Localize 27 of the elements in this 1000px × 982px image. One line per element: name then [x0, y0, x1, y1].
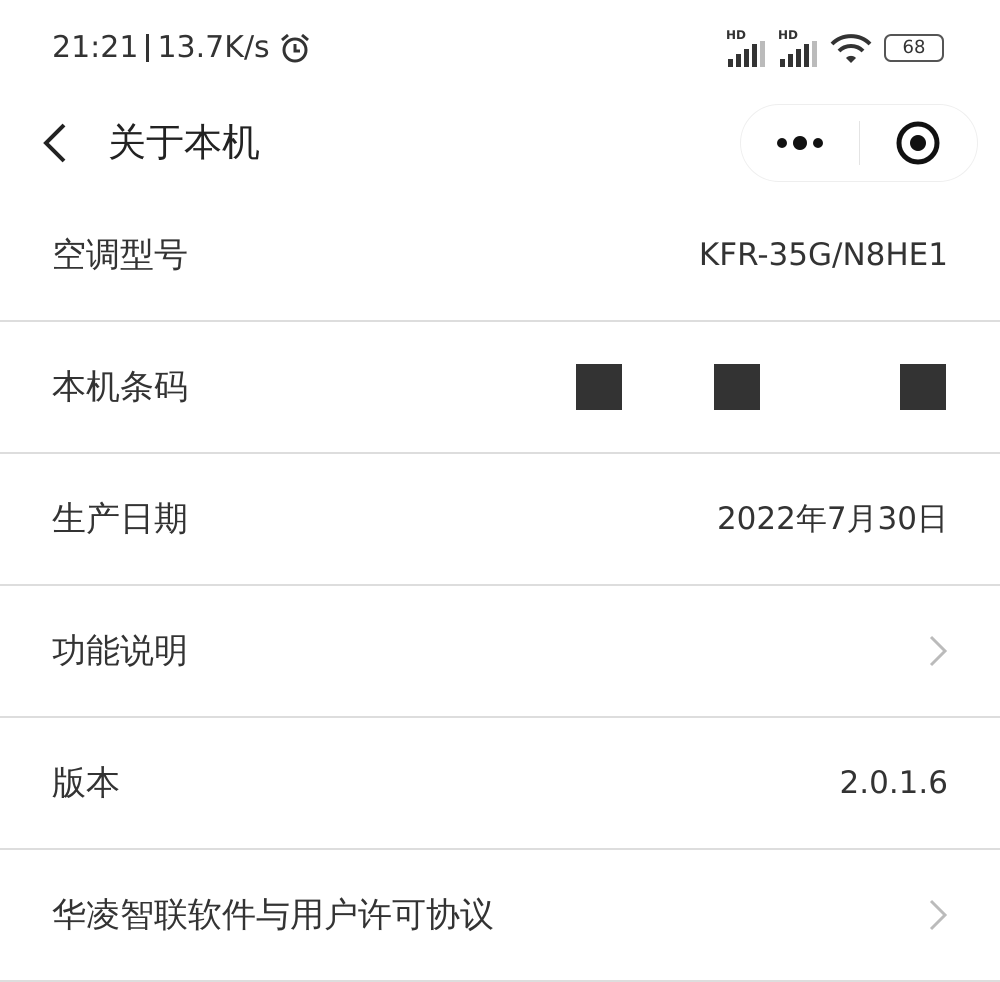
signal-icon — [778, 40, 818, 66]
setting-value: 2022年7月30日 — [716, 500, 948, 539]
network-type-label: HD — [778, 28, 798, 40]
menu-row[interactable]: 华凌智联软件与用户许可协议 — [0, 850, 1000, 982]
setting-value: KFR-35G/N8HE1 — [698, 237, 948, 273]
page-title: 关于本机 — [108, 119, 261, 166]
wifi-icon — [830, 32, 872, 64]
network-speed: 13.7K/s — [157, 30, 270, 65]
network-type-label: HD — [726, 28, 746, 40]
signal-icon — [726, 40, 766, 66]
setting-label: 生产日期 — [52, 498, 188, 541]
setting-label: 华凌智联软件与用户许可协议 — [52, 894, 494, 937]
target-icon — [895, 120, 942, 166]
setting-label: 本机条码 — [52, 366, 188, 409]
redaction-block — [900, 364, 946, 410]
chevron-right-icon — [928, 898, 948, 932]
redaction-block — [576, 364, 622, 410]
setting-label: 空调型号 — [52, 234, 188, 277]
setting-value: 2.0.1.6 — [840, 765, 948, 801]
more-icon — [776, 136, 824, 150]
setting-label: 功能说明 — [52, 630, 188, 673]
battery-indicator: 68 — [884, 34, 944, 62]
menu-row[interactable]: 功能说明 — [0, 586, 1000, 718]
setting-label: 版本 — [52, 762, 120, 805]
redaction-block — [714, 364, 760, 410]
clock-time: 21:21 — [52, 30, 138, 65]
chevron-right-icon — [928, 634, 948, 668]
